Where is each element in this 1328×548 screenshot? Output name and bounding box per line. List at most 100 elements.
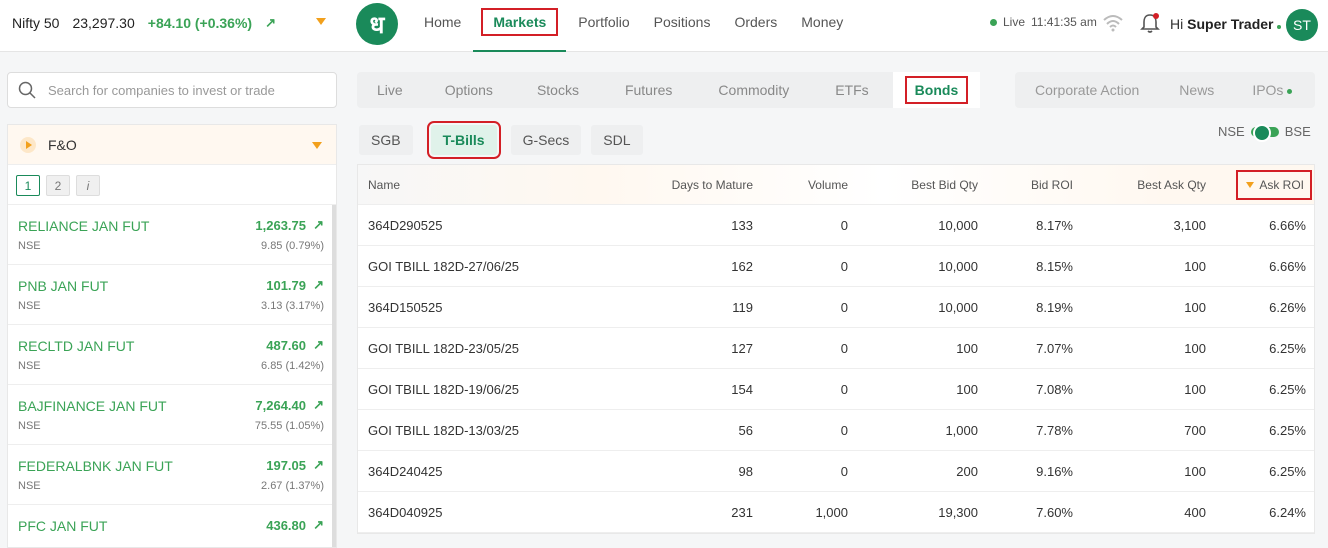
fo-title: F&O xyxy=(48,136,77,153)
list-item[interactable]: BAJFINANCE JAN FUT NSE 7,264.40 ↗ 75.55 … xyxy=(8,385,334,445)
avatar[interactable]: ST xyxy=(1286,9,1318,41)
cell-volume: 0 xyxy=(840,299,848,315)
user-name: Super Trader xyxy=(1187,16,1274,32)
info-button[interactable]: i xyxy=(76,175,100,196)
col-bid-roi[interactable]: Bid ROI xyxy=(978,178,1073,192)
list-item[interactable]: FEDERALBNK JAN FUT NSE 197.05 ↗ 2.67 (1.… xyxy=(8,445,334,505)
tab-sgb[interactable]: SGB xyxy=(359,125,413,155)
tab-corporate-action[interactable]: Corporate Action xyxy=(1015,82,1159,98)
nav-positions[interactable]: Positions xyxy=(642,0,723,52)
chevron-down-icon[interactable] xyxy=(316,18,326,25)
chevron-down-icon[interactable] xyxy=(312,142,322,149)
cell-volume: 0 xyxy=(840,381,848,397)
item-change: 9.85 (0.79%) xyxy=(261,240,324,252)
tab-futures[interactable]: Futures xyxy=(595,82,688,98)
toggle-switch[interactable] xyxy=(1250,123,1279,142)
exchange-toggle[interactable]: NSE BSE xyxy=(1218,123,1311,142)
live-dot-icon xyxy=(990,18,997,26)
tab-bonds[interactable]: Bonds xyxy=(892,72,981,108)
list-item[interactable]: PFC JAN FUT 436.80 ↗ xyxy=(8,505,334,547)
arrow-up-right-icon: ↗ xyxy=(265,15,276,30)
nav-orders[interactable]: Orders xyxy=(722,0,789,52)
cell-bid-roi: 8.17% xyxy=(1036,217,1073,233)
col-best-bid-qty[interactable]: Best Bid Qty xyxy=(848,178,978,192)
arrow-up-right-icon: ↗ xyxy=(313,457,324,472)
tab-sdl[interactable]: SDL xyxy=(591,125,643,155)
table-header: Name Days to Mature Volume Best Bid Qty … xyxy=(358,165,1314,205)
fo-header[interactable]: F&O xyxy=(8,125,336,165)
tab-options[interactable]: Options xyxy=(419,82,509,98)
status-time: 11:41:35 am xyxy=(1031,15,1097,29)
tab-etfs[interactable]: ETFs xyxy=(805,82,884,98)
cell-name: GOI TBILL 182D-23/05/25 xyxy=(368,340,520,356)
tab-commodity[interactable]: Commodity xyxy=(688,82,805,98)
nav-portfolio[interactable]: Portfolio xyxy=(566,0,641,52)
sort-header: Ask ROI xyxy=(1236,169,1312,200)
cell-bid-roi: 9.16% xyxy=(1036,463,1073,479)
col-label: Ask ROI xyxy=(1259,177,1304,192)
search-input[interactable] xyxy=(48,82,318,98)
bell-icon[interactable] xyxy=(1140,12,1160,34)
cell-bid-roi: 7.78% xyxy=(1036,422,1073,438)
table-row[interactable]: 364D040925 231 1,000 19,300 7.60% 400 6.24% xyxy=(358,492,1314,533)
col-ask-roi[interactable]: Ask ROI xyxy=(1206,169,1312,200)
table-row[interactable]: GOI TBILL 182D-23/05/25 127 0 100 7.07% 100 6.… xyxy=(358,328,1314,369)
page-1-button[interactable]: 1 xyxy=(16,175,40,196)
tab-news[interactable]: News xyxy=(1159,82,1234,98)
item-exchange: NSE xyxy=(18,420,41,432)
cell-days: 98 xyxy=(738,463,753,479)
page-2-button[interactable]: 2 xyxy=(46,175,70,196)
search-box[interactable] xyxy=(7,72,337,108)
tab-ipos[interactable]: IPOs xyxy=(1234,82,1312,98)
table-row[interactable]: 364D290525 133 0 10,000 8.17% 3,100 6.66% xyxy=(358,205,1314,246)
app-logo[interactable]: ध xyxy=(356,3,398,45)
cell-bid-qty: 10,000 xyxy=(938,217,978,233)
list-item[interactable]: RELIANCE JAN FUT NSE 1,263.75 ↗ 9.85 (0.… xyxy=(8,205,334,265)
table-row[interactable]: GOI TBILL 182D-13/03/25 56 0 1,000 7.78% 700 6… xyxy=(358,410,1314,451)
item-symbol: BAJFINANCE JAN FUT xyxy=(18,398,167,414)
col-volume[interactable]: Volume xyxy=(753,178,848,192)
item-exchange: NSE xyxy=(18,360,41,372)
col-days-to-mature[interactable]: Days to Mature xyxy=(608,178,753,192)
arrow-up-right-icon: ↗ xyxy=(313,337,324,352)
table-row[interactable]: 364D150525 119 0 10,000 8.19% 100 6.26% xyxy=(358,287,1314,328)
tab-t-bills[interactable]: T-Bills xyxy=(426,121,501,159)
tab-live[interactable]: Live xyxy=(357,82,419,98)
fo-list: RELIANCE JAN FUT NSE 1,263.75 ↗ 9.85 (0.… xyxy=(8,205,334,547)
cell-ask-qty: 700 xyxy=(1184,422,1206,438)
cell-volume: 0 xyxy=(840,463,848,479)
cell-days: 231 xyxy=(731,504,753,520)
item-symbol: FEDERALBNK JAN FUT xyxy=(18,458,173,474)
cell-volume: 0 xyxy=(840,340,848,356)
tab-label: IPOs xyxy=(1252,82,1284,98)
nav-markets[interactable]: Markets xyxy=(473,0,567,52)
cell-bid-qty: 1,000 xyxy=(945,422,978,438)
item-ltp: 197.05 xyxy=(266,458,306,473)
table-row[interactable]: GOI TBILL 182D-27/06/25 162 0 10,000 8.15% 10… xyxy=(358,246,1314,287)
index-ticker[interactable]: Nifty 50 23,297.30 +84.10 (+0.36%) ↗ xyxy=(12,15,276,31)
item-ltp: 487.60 xyxy=(266,338,306,353)
cell-ask-qty: 100 xyxy=(1184,299,1206,315)
nav-home[interactable]: Home xyxy=(412,0,473,52)
market-tabs: Live Options Stocks Futures Commodity ET… xyxy=(357,72,981,108)
online-dot-icon xyxy=(1277,25,1282,29)
cell-ask-qty: 100 xyxy=(1184,463,1206,479)
table-body: 364D290525 133 0 10,000 8.17% 3,100 6.66% GOI T… xyxy=(358,205,1314,533)
cell-ask-roi: 6.25% xyxy=(1269,463,1306,479)
nav-money[interactable]: Money xyxy=(789,0,855,52)
scrollbar[interactable] xyxy=(332,205,336,547)
tab-stocks[interactable]: Stocks xyxy=(509,82,595,98)
table-row[interactable]: GOI TBILL 182D-19/06/25 154 0 100 7.08% 100 6.… xyxy=(358,369,1314,410)
item-symbol: PFC JAN FUT xyxy=(18,518,108,534)
cell-bid-qty: 100 xyxy=(956,381,978,397)
list-item[interactable]: RECLTD JAN FUT NSE 487.60 ↗ 6.85 (1.42%) xyxy=(8,325,334,385)
table-row[interactable]: 364D240425 98 0 200 9.16% 100 6.25% xyxy=(358,451,1314,492)
list-item[interactable]: PNB JAN FUT NSE 101.79 ↗ 3.13 (3.17%) xyxy=(8,265,334,325)
col-name[interactable]: Name xyxy=(358,178,608,192)
col-best-ask-qty[interactable]: Best Ask Qty xyxy=(1073,178,1206,192)
tab-g-secs[interactable]: G-Secs xyxy=(510,125,582,155)
play-icon xyxy=(20,136,36,153)
cell-volume: 1,000 xyxy=(815,504,848,520)
cell-ask-qty: 400 xyxy=(1184,504,1206,520)
cell-bid-roi: 8.15% xyxy=(1036,258,1073,274)
